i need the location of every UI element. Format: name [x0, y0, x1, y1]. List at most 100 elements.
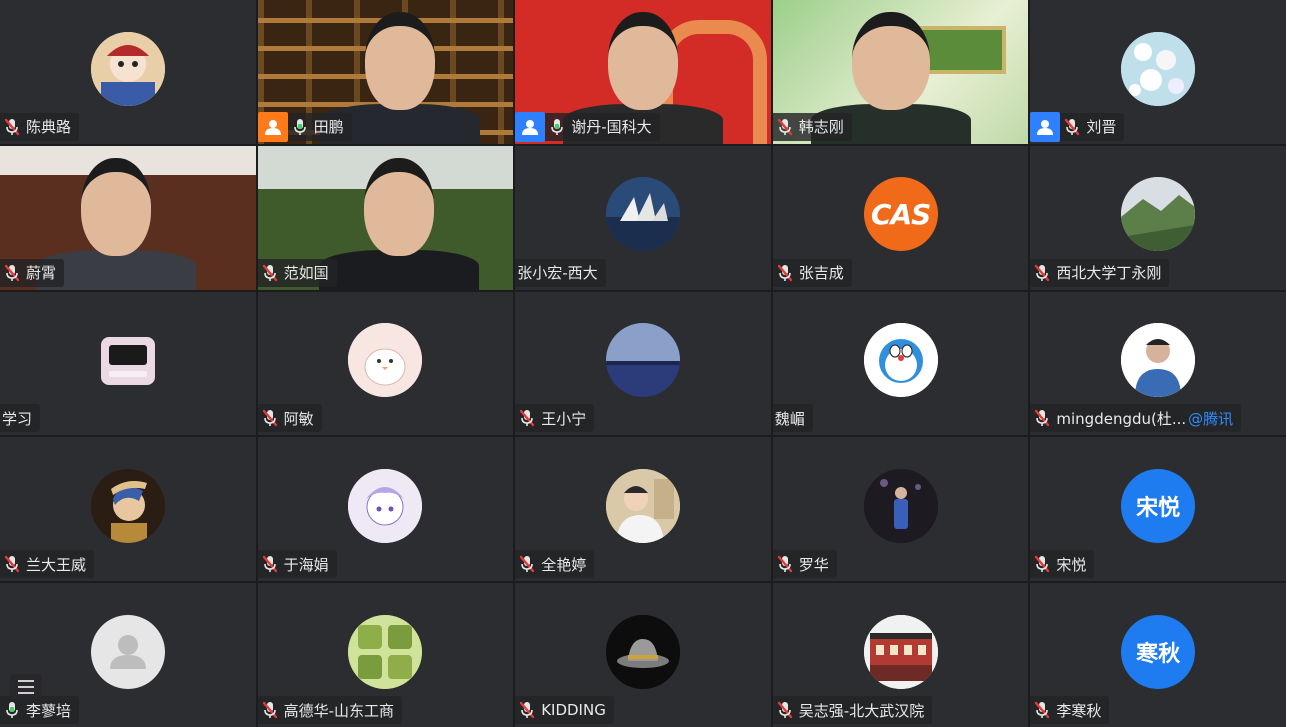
- participant-avatar: [863, 323, 938, 398]
- participant-name-bar: 张吉成: [772, 258, 852, 287]
- mic-muted-icon: [519, 409, 541, 427]
- participant-name: 西北大学丁永刚: [1056, 264, 1162, 283]
- participant-tile[interactable]: 高德华-山东工商: [257, 583, 514, 727]
- participant-name: 宋悦: [1056, 555, 1087, 574]
- participant-tile[interactable]: 阿敏: [257, 291, 514, 436]
- participant-name-bar: 罗华: [772, 550, 837, 579]
- participant-name: 张吉成: [798, 264, 844, 283]
- participant-name-bar: 韩志刚: [772, 112, 852, 141]
- mic-muted-icon: [4, 555, 26, 573]
- participant-name: 谢丹-国科大: [571, 118, 652, 137]
- participant-name-bar: 谢丹-国科大: [515, 111, 660, 142]
- mic-muted-icon: [1034, 264, 1056, 282]
- participant-avatar: [348, 323, 423, 398]
- participant-tile[interactable]: 韩志刚: [772, 0, 1029, 144]
- participant-tile[interactable]: 兰大王威: [0, 437, 256, 582]
- participant-name-bar: 张小宏-西大: [515, 258, 606, 287]
- participant-avatar: [1121, 31, 1196, 106]
- participant-avatar: [863, 469, 938, 544]
- participant-name: KIDDING: [541, 701, 606, 719]
- participant-tile[interactable]: 张小宏-西大: [515, 145, 771, 290]
- participant-tile[interactable]: 李蓼培: [0, 583, 256, 727]
- participant-name-bar: 吴志强-北大武汉院: [772, 696, 933, 724]
- participant-tile[interactable]: 谢丹-国科大: [515, 0, 771, 144]
- mic-muted-icon: [1034, 409, 1056, 427]
- mic-on-icon: [4, 701, 26, 719]
- participant-avatar: [605, 323, 680, 398]
- mic-on-icon: [292, 118, 314, 136]
- mic-muted-icon: [262, 264, 284, 282]
- participant-name: 韩志刚: [798, 118, 844, 137]
- mic-muted-icon: [777, 555, 799, 573]
- participant-avatar: 宋悦: [1121, 469, 1196, 544]
- participant-avatar: [90, 323, 165, 398]
- participant-avatar: [90, 469, 165, 544]
- mic-muted-icon: [262, 409, 284, 427]
- participant-avatar: [605, 614, 680, 689]
- participant-tile[interactable]: 蔚霄: [0, 145, 256, 290]
- participant-name-bar: 宋悦: [1030, 550, 1095, 579]
- participant-name-bar: 蔚霄: [0, 258, 65, 287]
- participant-tile[interactable]: 范如国: [257, 145, 514, 290]
- participant-name: 阿敏: [283, 409, 314, 428]
- participant-name-bar: 学习: [0, 404, 41, 433]
- participant-avatar: [1121, 177, 1196, 252]
- participant-name-bar: KIDDING: [515, 696, 614, 724]
- participant-tile[interactable]: mingdengdu(杜... @腾讯: [1030, 291, 1286, 436]
- scrollbar[interactable]: [1286, 0, 1292, 727]
- participant-tile[interactable]: 罗华: [772, 437, 1029, 582]
- participant-name-bar: 西北大学丁永刚: [1030, 258, 1170, 287]
- participant-name-bar: 刘晋: [1030, 111, 1125, 142]
- participant-name: 全艳婷: [541, 555, 587, 574]
- mic-muted-icon: [519, 701, 541, 719]
- mic-muted-icon: [519, 555, 541, 573]
- participant-name-bar: 全艳婷: [515, 550, 595, 579]
- participant-tile[interactable]: 于海娟: [257, 437, 514, 582]
- participant-name-bar: 范如国: [257, 258, 337, 287]
- participant-tile[interactable]: 寒秋 李寒秋: [1030, 583, 1286, 727]
- menu-icon[interactable]: [10, 674, 42, 700]
- participant-tile[interactable]: 陈典路: [0, 0, 256, 144]
- mic-on-icon: [549, 118, 571, 136]
- participant-name-bar: 阿敏: [257, 404, 322, 433]
- participant-name-bar: 兰大王威: [0, 550, 95, 579]
- participant-name-bar: 李蓼培: [0, 696, 80, 724]
- mic-muted-icon: [777, 264, 799, 282]
- mic-muted-icon: [777, 118, 799, 136]
- participant-grid: 陈典路 田鹏 谢丹-国科大 韩志刚 刘晋蔚霄 范如国 张小宏-西大 CAS 张吉成 西北大学丁永刚…: [0, 0, 1286, 727]
- host-user-icon: [1030, 111, 1061, 142]
- participant-avatar: [90, 614, 165, 689]
- mic-muted-icon: [4, 118, 26, 136]
- participant-name: 范如国: [283, 264, 329, 283]
- participant-tile[interactable]: 田鹏: [257, 0, 514, 144]
- participant-name: 李寒秋: [1056, 701, 1102, 720]
- participant-org-tag: @腾讯: [1188, 409, 1234, 428]
- participant-name: 田鹏: [313, 118, 344, 137]
- participant-name: 兰大王威: [26, 555, 87, 574]
- participant-tile[interactable]: 魏嵋: [772, 291, 1029, 436]
- participant-name-bar: 李寒秋: [1030, 696, 1110, 724]
- mic-muted-icon: [1034, 555, 1056, 573]
- participant-name: 张小宏-西大: [517, 264, 598, 283]
- participant-name: 高德华-山东工商: [283, 701, 395, 720]
- participant-tile[interactable]: 学习: [0, 291, 256, 436]
- participant-name: 蔚霄: [26, 264, 57, 283]
- host-user-icon: [257, 111, 288, 142]
- participant-name-bar: 田鹏: [257, 111, 352, 142]
- participant-name: 学习: [2, 409, 33, 428]
- participant-tile[interactable]: 宋悦 宋悦: [1030, 437, 1286, 582]
- participant-name-bar: 魏嵋: [772, 404, 813, 433]
- participant-tile[interactable]: 王小宁: [515, 291, 771, 436]
- participant-tile[interactable]: CAS 张吉成: [772, 145, 1029, 290]
- participant-avatar: [348, 614, 423, 689]
- participant-tile[interactable]: 刘晋: [1030, 0, 1286, 144]
- participant-tile[interactable]: 全艳婷: [515, 437, 771, 582]
- participant-name-bar: mingdengdu(杜... @腾讯: [1030, 404, 1242, 433]
- participant-tile[interactable]: KIDDING: [515, 583, 771, 727]
- mic-muted-icon: [1064, 118, 1086, 136]
- participant-tile[interactable]: 吴志强-北大武汉院: [772, 583, 1029, 727]
- mic-muted-icon: [777, 701, 799, 719]
- wall-painting: [917, 26, 1006, 74]
- participant-tile[interactable]: 西北大学丁永刚: [1030, 145, 1286, 290]
- participant-name: 陈典路: [26, 118, 72, 137]
